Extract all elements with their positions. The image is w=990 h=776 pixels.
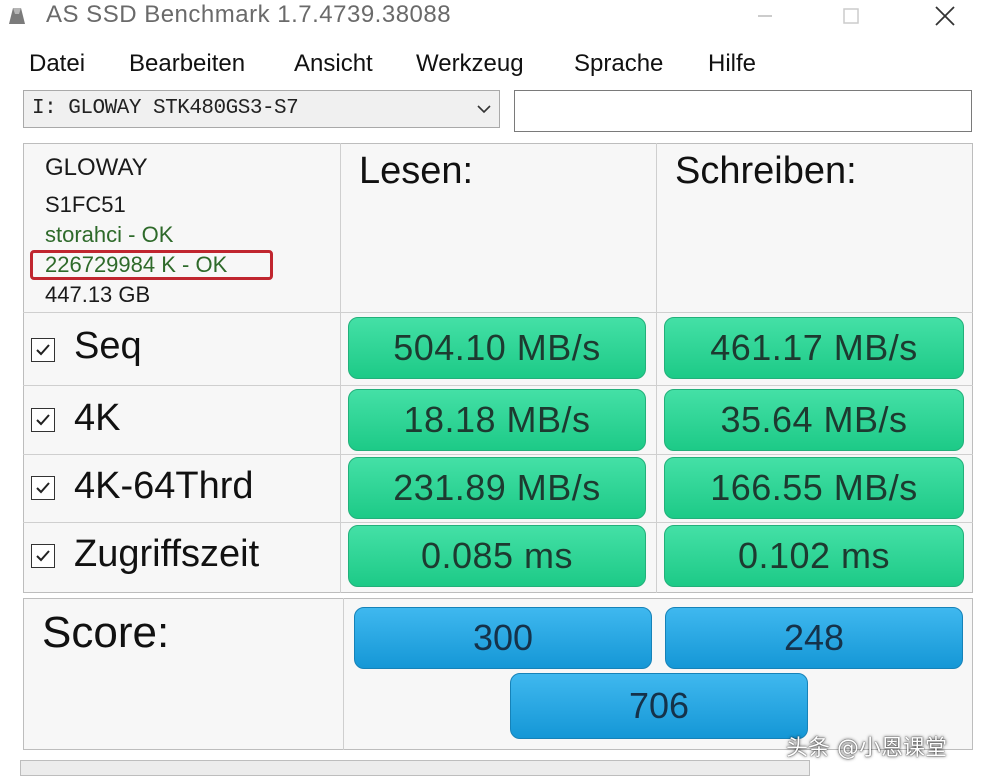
divider (23, 522, 973, 523)
4k-write-result: 35.64 MB/s (664, 389, 964, 451)
read-column-header: Lesen: (359, 150, 474, 192)
minimize-button[interactable] (742, 0, 788, 32)
drive-capacity: 447.13 GB (45, 282, 151, 307)
menu-ansicht[interactable]: Ansicht (294, 50, 373, 78)
zugriffszeit-write-result: 0.102 ms (664, 525, 964, 587)
4k-checkbox[interactable] (31, 408, 55, 432)
zugriffszeit-checkbox[interactable] (31, 544, 55, 568)
divider (340, 143, 341, 593)
chevron-down-icon (477, 105, 491, 114)
status-bar (20, 760, 810, 776)
4k-label: 4K (74, 397, 121, 439)
4k64thrd-label: 4K-64Thrd (74, 465, 254, 507)
write-column-header: Schreiben: (675, 150, 857, 192)
4k64thrd-checkbox[interactable] (31, 476, 55, 500)
divider (656, 143, 657, 593)
menu-werkzeug[interactable]: Werkzeug (416, 50, 524, 78)
write-score: 248 (665, 607, 963, 669)
driver-status: storahci - OK (45, 222, 174, 247)
menu-datei[interactable]: Datei (29, 50, 85, 78)
text-field[interactable] (514, 90, 972, 132)
highlight-annotation (30, 250, 273, 280)
divider (23, 454, 973, 455)
score-label: Score: (42, 608, 170, 657)
checkmark-icon (36, 344, 50, 356)
seq-label: Seq (74, 325, 142, 367)
drive-vendor: GLOWAY (45, 154, 148, 181)
checkmark-icon (36, 482, 50, 494)
title-bar: AS SSD Benchmark 1.7.4739.38088 (0, 0, 990, 36)
divider (343, 598, 344, 750)
minimize-icon (758, 15, 772, 17)
seq-read-result: 504.10 MB/s (348, 317, 646, 379)
drive-select-value: I: GLOWAY STK480GS3-S7 (32, 97, 299, 120)
menu-sprache[interactable]: Sprache (574, 50, 663, 78)
divider (23, 312, 973, 313)
drive-select[interactable]: I: GLOWAY STK480GS3-S7 (23, 90, 500, 128)
maximize-icon (843, 8, 859, 24)
menu-hilfe[interactable]: Hilfe (708, 50, 756, 78)
total-score: 706 (510, 673, 808, 739)
maximize-button[interactable] (828, 0, 874, 32)
seq-write-result: 461.17 MB/s (664, 317, 964, 379)
checkmark-icon (36, 550, 50, 562)
zugriffszeit-label: Zugriffszeit (74, 533, 260, 575)
menu-bar: Datei Bearbeiten Ansicht Werkzeug Sprach… (0, 46, 990, 84)
4k-read-result: 18.18 MB/s (348, 389, 646, 451)
4k64thrd-write-result: 166.55 MB/s (664, 457, 964, 519)
menu-bearbeiten[interactable]: Bearbeiten (129, 50, 245, 78)
app-icon (9, 8, 25, 24)
window-title: AS SSD Benchmark 1.7.4739.38088 (46, 1, 452, 28)
4k64thrd-read-result: 231.89 MB/s (348, 457, 646, 519)
close-button[interactable] (922, 0, 968, 32)
seq-checkbox[interactable] (31, 338, 55, 362)
watermark: 头条 @小恩课堂 (786, 736, 947, 761)
divider (23, 385, 973, 386)
zugriffszeit-read-result: 0.085 ms (348, 525, 646, 587)
checkmark-icon (36, 414, 50, 426)
read-score: 300 (354, 607, 652, 669)
close-icon (935, 6, 955, 26)
drive-firmware: S1FC51 (45, 192, 126, 217)
